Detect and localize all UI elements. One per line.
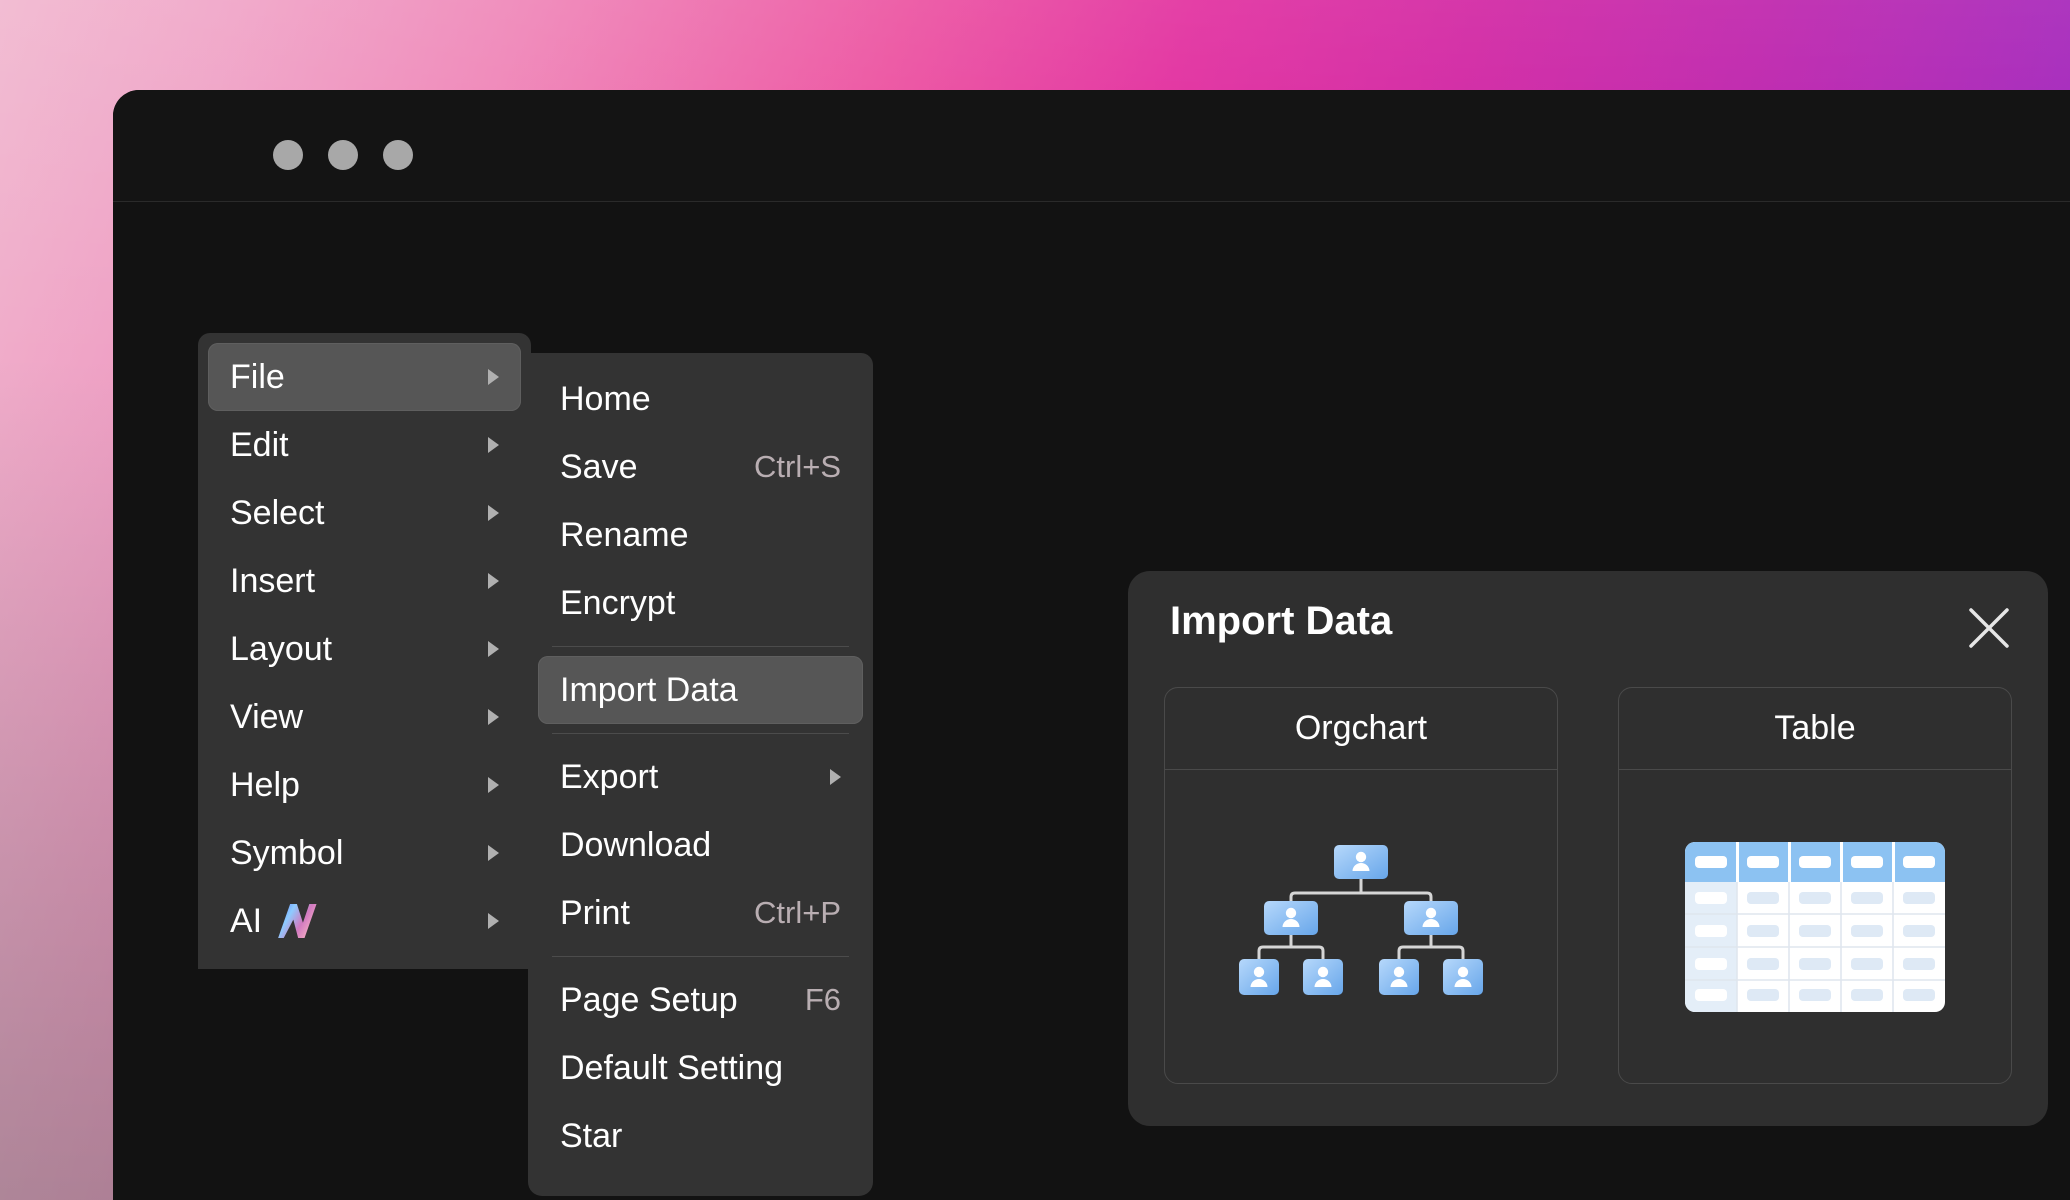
main-menu: File Edit Select Insert Layout View Help…	[198, 333, 531, 969]
submenu-item-shortcut: Ctrl+S	[754, 449, 841, 484]
menu-item-file[interactable]: File	[208, 343, 521, 411]
maximize-dot[interactable]	[383, 140, 413, 170]
table-grid-icon	[1619, 770, 2011, 1083]
chevron-right-icon	[830, 769, 841, 785]
orgchart-tree-icon	[1165, 770, 1557, 1083]
file-submenu: Home Save Ctrl+S Rename Encrypt Import D…	[528, 353, 873, 1196]
submenu-item-label: Encrypt	[560, 583, 676, 622]
chevron-right-icon	[488, 641, 499, 657]
submenu-item-export[interactable]: Export	[538, 743, 863, 811]
submenu-item-label: Rename	[560, 515, 689, 554]
chevron-right-icon	[488, 709, 499, 725]
submenu-item-label: Star	[560, 1116, 623, 1155]
menu-item-label: File	[230, 357, 285, 396]
submenu-item-download[interactable]: Download	[538, 811, 863, 879]
menu-separator	[552, 646, 849, 647]
menu-item-label: Insert	[230, 561, 316, 600]
menu-item-ai[interactable]: AI	[208, 887, 521, 955]
chevron-right-icon	[488, 369, 499, 385]
menu-separator	[552, 733, 849, 734]
option-label: Orgchart	[1165, 688, 1557, 770]
menu-item-insert[interactable]: Insert	[208, 547, 521, 615]
chevron-right-icon	[488, 437, 499, 453]
submenu-item-label: Home	[560, 379, 651, 418]
submenu-item-label: Save	[560, 447, 638, 486]
submenu-item-import-data[interactable]: Import Data	[538, 656, 863, 724]
menu-item-label: View	[230, 697, 304, 736]
submenu-item-rename[interactable]: Rename	[538, 501, 863, 569]
menu-separator	[552, 956, 849, 957]
submenu-item-shortcut: Ctrl+P	[754, 895, 841, 930]
menu-item-help[interactable]: Help	[208, 751, 521, 819]
submenu-item-print[interactable]: Print Ctrl+P	[538, 879, 863, 947]
chevron-right-icon	[488, 573, 499, 589]
menu-item-symbol[interactable]: Symbol	[208, 819, 521, 887]
submenu-item-star[interactable]: Star	[538, 1102, 863, 1170]
ai-sparkle-icon	[278, 904, 317, 938]
menu-item-layout[interactable]: Layout	[208, 615, 521, 683]
menu-item-label: Layout	[230, 629, 333, 668]
menu-item-view[interactable]: View	[208, 683, 521, 751]
dialog-options: Orgchart Table	[1164, 687, 2012, 1084]
submenu-item-label: Page Setup	[560, 980, 738, 1019]
dialog-title: Import Data	[1170, 599, 1393, 643]
close-dot[interactable]	[273, 140, 303, 170]
chevron-right-icon	[488, 845, 499, 861]
document-canvas[interactable]: File Edit Select Insert Layout View Help…	[113, 203, 2070, 1200]
submenu-item-default-setting[interactable]: Default Setting	[538, 1034, 863, 1102]
menu-item-select[interactable]: Select	[208, 479, 521, 547]
submenu-item-label: Export	[560, 757, 659, 796]
menu-item-label: Select	[230, 493, 325, 532]
import-option-orgchart[interactable]: Orgchart	[1164, 687, 1558, 1084]
submenu-item-home[interactable]: Home	[538, 365, 863, 433]
submenu-item-label: Default Setting	[560, 1048, 784, 1087]
close-icon[interactable]	[1964, 603, 2014, 653]
menu-item-label: AI	[230, 901, 263, 940]
submenu-item-label: Import Data	[560, 670, 738, 709]
submenu-item-save[interactable]: Save Ctrl+S	[538, 433, 863, 501]
menu-item-label: Help	[230, 765, 300, 804]
submenu-item-encrypt[interactable]: Encrypt	[538, 569, 863, 637]
submenu-item-label: Download	[560, 825, 712, 864]
chevron-right-icon	[488, 505, 499, 521]
menu-item-label: Edit	[230, 425, 289, 464]
submenu-item-shortcut: F6	[804, 982, 841, 1017]
submenu-item-label: Print	[560, 893, 630, 932]
minimize-dot[interactable]	[328, 140, 358, 170]
submenu-item-page-setup[interactable]: Page Setup F6	[538, 966, 863, 1034]
window-titlebar	[113, 90, 2070, 202]
import-data-dialog: Import Data Orgchart Table	[1128, 571, 2048, 1126]
chevron-right-icon	[488, 913, 499, 929]
menu-item-label: Symbol	[230, 833, 344, 872]
chevron-right-icon	[488, 777, 499, 793]
menu-item-edit[interactable]: Edit	[208, 411, 521, 479]
import-option-table[interactable]: Table	[1618, 687, 2012, 1084]
app-window: File Edit Select Insert Layout View Help…	[113, 90, 2070, 1200]
option-label: Table	[1619, 688, 2011, 770]
